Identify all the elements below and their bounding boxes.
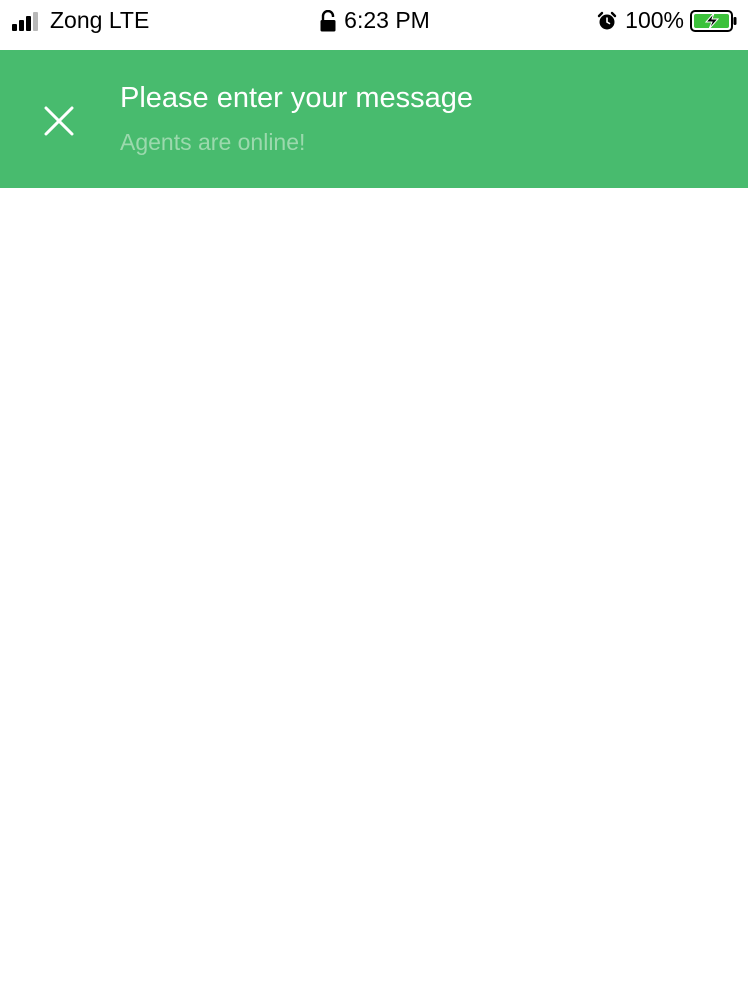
status-right: 100% <box>597 7 738 34</box>
battery-percent: 100% <box>625 7 684 33</box>
lock-icon <box>320 9 336 32</box>
alarm-icon <box>597 11 617 31</box>
chat-content-area <box>0 188 750 1000</box>
close-button[interactable] <box>36 98 82 144</box>
battery-icon <box>690 9 738 33</box>
header-title: Please enter your message <box>120 82 474 114</box>
header-subtitle: Agents are online! <box>120 129 306 155</box>
status-bar: Zong LTE 6:23 PM 100% <box>0 0 750 40</box>
chat-header: Please enter your message Agents are onl… <box>0 50 748 188</box>
clock-time: 6:23 PM <box>344 7 430 33</box>
close-icon <box>44 106 74 136</box>
